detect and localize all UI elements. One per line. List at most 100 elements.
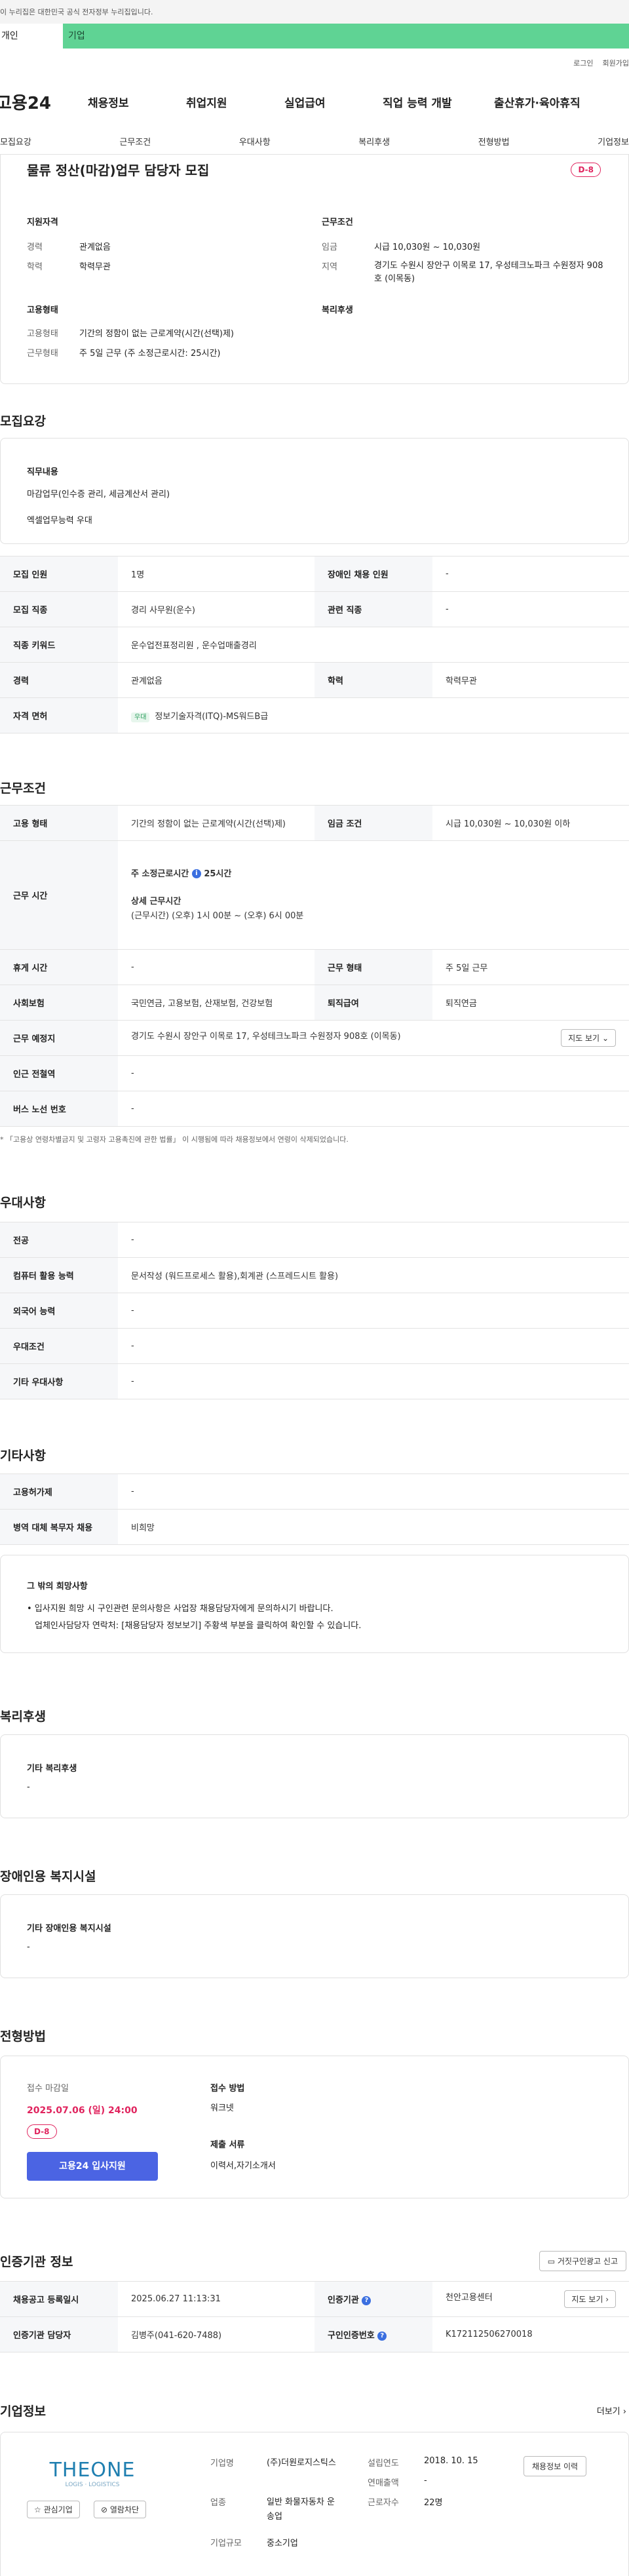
subnav-welfare[interactable]: 복리후생 [358, 135, 390, 147]
corp-heading: 기업정보 [0, 2404, 46, 2419]
apply-button[interactable]: 고용24 입사지원 [27, 2152, 158, 2181]
corp-size: 중소기업 [267, 2539, 298, 2548]
cell-key: 모집 인원 [0, 556, 118, 592]
site-logo[interactable]: 고용24 [0, 90, 88, 114]
weekly-hours-label: 주 소정근로시간 [131, 868, 189, 879]
corp-name-label: 기업명 [210, 2459, 234, 2469]
docs-label: 제출 서류 [210, 2140, 245, 2150]
tab-personal[interactable]: 개인 [0, 24, 63, 49]
cell-val: 운수업전표정리원 , 운수업매출경리 [118, 627, 629, 663]
duty-line-1: 마감업무(인수증 관리, 세금계산서 관리) [27, 490, 170, 499]
subnav-selection[interactable]: 전형방법 [478, 135, 510, 147]
cell-key: 기타 우대사항 [0, 1363, 118, 1399]
info-icon[interactable]: i [191, 869, 201, 878]
corp-more-link[interactable]: 더보기 › [597, 2404, 626, 2417]
corp-industry: 일반 화물자동차 운송업 [267, 2497, 335, 2522]
section-nav: 모집요강 근무조건 우대사항 복리후생 전형방법 기업정보 [0, 128, 629, 155]
subnav-req[interactable]: 모집요강 [0, 135, 31, 147]
area-label: 지역 [322, 262, 337, 272]
cell-val: 관계없음 [118, 662, 314, 698]
subnav-pref[interactable]: 우대사항 [239, 135, 271, 147]
cell-val: 경리 사무원(운수) [118, 591, 314, 627]
gnb-jobs[interactable]: 채용정보 [88, 94, 186, 110]
cert-table: 채용공고 등록일시 2025.06.27 11:13:31 인증기관 ? 천안고용센터… [0, 2281, 629, 2352]
welfare-value: - [27, 1782, 30, 1792]
info-icon[interactable]: ? [377, 2331, 387, 2341]
gnb-support[interactable]: 취업지원 [186, 94, 284, 110]
cell-key: 인증기관 ? [314, 2281, 432, 2317]
login-link[interactable]: 로그인 [573, 58, 593, 68]
sel-heading: 전형방법 [0, 2029, 46, 2044]
emp-title: 고용형태 [27, 305, 58, 315]
cert-map-button[interactable]: 지도 보기 › [564, 2290, 616, 2308]
corp-sales: - [424, 2476, 427, 2486]
age-note: * 「고용상 연령차별금지 및 고령자 고용촉진에 관한 법률」 이 시행됨에 … [0, 1135, 349, 1144]
corp-emp-label: 근로자수 [368, 2498, 399, 2508]
cell-key: 임금 조건 [314, 805, 432, 841]
exp-label: 경력 [27, 243, 43, 252]
corp-sales-label: 연매출액 [368, 2478, 399, 2488]
favorite-button[interactable]: ☆ 관심기업 [27, 2501, 80, 2518]
type-value: 기간의 정함이 없는 근로계약(시간(선택)제) [79, 329, 235, 339]
cell-key: 퇴직급여 [314, 985, 432, 1021]
signup-link[interactable]: 회원가입 [603, 58, 629, 68]
deadline-dday: D-8 [27, 2124, 57, 2139]
cell-key: 구인인증번호 ? [314, 2316, 432, 2352]
duty-line-2: 엑셀업무능력 우대 [27, 516, 92, 526]
cell-val: - [432, 556, 629, 592]
cell-key: 모집 직종 [0, 591, 118, 627]
history-button[interactable]: 채용정보 이력 [524, 2456, 587, 2476]
req-table: 모집 인원 1명 장애인 채용 인원 - 모집 직종 경리 사무원(운수) 관련 직종 - … [0, 556, 629, 733]
deadline-label: 접수 마감일 [27, 2084, 69, 2094]
pref-heading: 우대사항 [0, 1196, 46, 1210]
hope-box: 그 밖의 희망사항 • 입사지원 희망 시 구인관련 문의사항은 사업장 채용담… [0, 1555, 629, 1653]
gov-banner: 이 누리집은 대한민국 공식 전자정부 누리집입니다. [0, 0, 629, 24]
gnb-unemployment[interactable]: 실업급여 [284, 94, 383, 110]
hope-title: 그 밖의 희망사항 [27, 1582, 88, 1591]
cell-val: 문서작성 (워드프로세스 활용),회계관 (스프레드시트 활용) [118, 1257, 629, 1293]
cell-key: 경력 [0, 662, 118, 698]
dday-badge: D-8 [571, 163, 601, 177]
cell-key: 근무 형태 [314, 949, 432, 985]
corp-name: (주)더원로지스틱스 [267, 2458, 336, 2468]
cell-key: 자격 면허 [0, 697, 118, 733]
cell-key: 휴게 시간 [0, 949, 118, 985]
exp-value: 관계없음 [79, 243, 111, 252]
subnav-corp[interactable]: 기업정보 [598, 135, 629, 147]
dis-heading: 장애인용 복지시설 [0, 1869, 96, 1884]
cell-val: - [118, 1363, 629, 1399]
edu-value: 학력무관 [79, 262, 111, 272]
workplace-address: 경기도 수원시 장안구 이목로 17, 우성테크노파크 수원정자 908호 (이… [131, 1032, 401, 1042]
cell-val: 기간의 정함이 없는 근로계약(시간(선택)제) [118, 805, 314, 841]
corp-logo: THEONE LOGIS · LOGISTICS [27, 2459, 158, 2488]
map-button[interactable]: 지도 보기 ⌄ [561, 1029, 616, 1047]
gnb-leave[interactable]: 출산휴가·육아휴직 [494, 94, 581, 110]
corp-size-label: 기업규모 [210, 2539, 242, 2548]
cond-table: 고용 형태 기간의 정함이 없는 근로계약(시간(선택)제) 임금 조건 시급 10,… [0, 805, 629, 1127]
weekly-hours-value: 25시간 [204, 868, 232, 879]
subnav-cond[interactable]: 근무조건 [119, 135, 151, 147]
job-title: 물류 정산(마감)업무 담당자 모집 [27, 163, 210, 178]
report-button[interactable]: ▭ 거짓구인광고 신고 [539, 2251, 626, 2271]
area-value: 경기도 수원시 장안구 이목로 17, 우성테크노파크 수원정자 908호 (이… [374, 261, 603, 284]
info-icon[interactable]: ? [362, 2295, 372, 2305]
cell-val: - [118, 1293, 629, 1329]
dis-value: - [27, 1942, 30, 1952]
cell-val: - [118, 949, 314, 985]
detail-hours-label: 상세 근무시간 [131, 896, 181, 907]
cell-val: 비희망 [118, 1509, 629, 1545]
corp-est: 2018. 10. 15 [424, 2456, 478, 2466]
welfare-sub: 기타 복리후생 [27, 1764, 77, 1774]
deadline-value: 2025.07.06 (일) 24:00 [27, 2105, 138, 2116]
req-heading: 모집요강 [0, 414, 46, 429]
gnb-training[interactable]: 직업 능력 개발 [383, 94, 494, 110]
cell-key: 근무 시간 [0, 840, 118, 950]
tab-company[interactable]: 기업 [63, 24, 92, 49]
cell-key: 사회보험 [0, 985, 118, 1021]
cell-val: 천안고용센터 지도 보기 › [432, 2281, 629, 2317]
cell-val: - [118, 1328, 629, 1364]
duty-box: 직무내용 마감업무(인수증 관리, 세금계산서 관리) 엑셀업무능력 우대 [0, 438, 629, 544]
license-value: 정보기술자격(ITQ)-MS워드B급 [155, 712, 269, 722]
cell-val: 주 5일 근무 [432, 949, 629, 985]
block-button[interactable]: ⊘ 열람차단 [94, 2501, 147, 2518]
